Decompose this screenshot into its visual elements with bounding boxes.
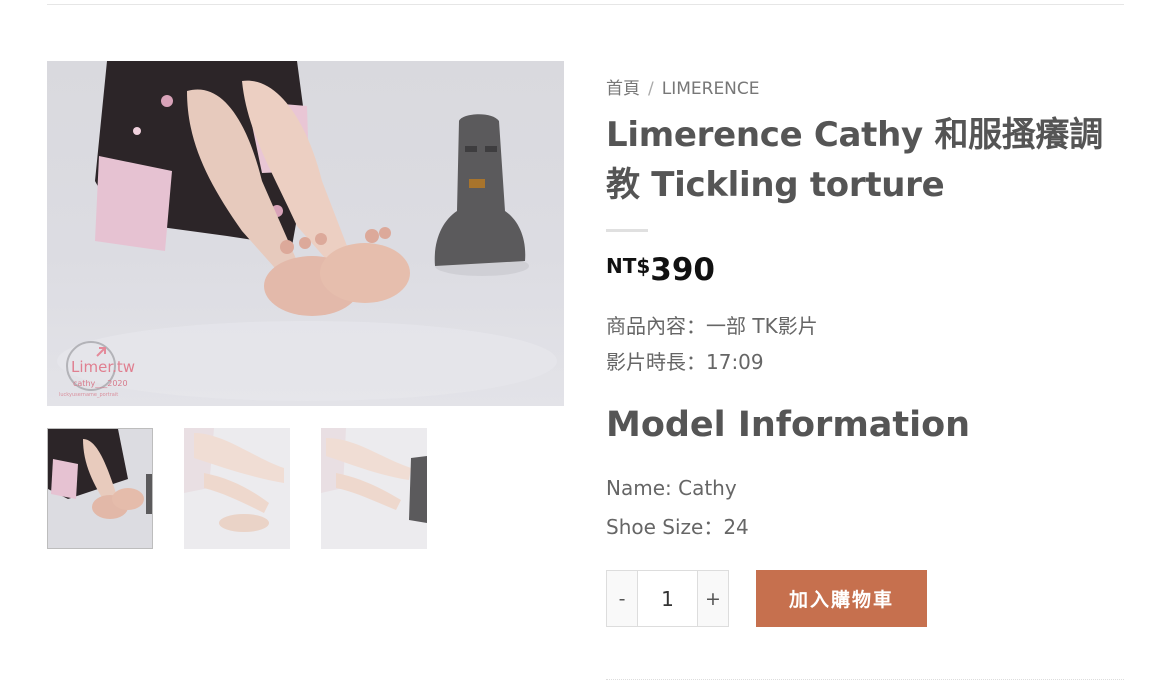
- watermark-logo: Limer.tw cathy___2020 luckyusername_port…: [59, 341, 135, 398]
- watermark-brand: Limer.tw: [71, 358, 135, 376]
- watermark-small: luckyusername_portrait: [59, 392, 118, 398]
- quantity-input[interactable]: [638, 570, 697, 627]
- title-divider: [606, 229, 648, 232]
- quantity-stepper: - +: [606, 570, 729, 627]
- model-shoe-size-line: Shoe Size：24: [606, 515, 749, 539]
- add-to-cart-button[interactable]: 加入購物車: [756, 570, 927, 627]
- product-content-line: 商品內容：一部 TK影片: [606, 314, 818, 338]
- thumbnail-2[interactable]: [184, 428, 290, 549]
- product-title: Limerence Cathy 和服搔癢調教 Tickling torture: [606, 115, 1103, 205]
- main-product-image[interactable]: Limer.tw cathy___2020 luckyusername_port…: [47, 61, 564, 406]
- model-info-heading: Model Information: [606, 405, 971, 445]
- thumbnail-3-image: [321, 428, 427, 549]
- product-duration-line: 影片時長：17:09: [606, 350, 764, 374]
- thumbnail-1[interactable]: [47, 428, 153, 549]
- price-amount: 390: [650, 252, 716, 288]
- price-currency: NT$: [606, 254, 651, 278]
- breadcrumb-home-link[interactable]: 首頁: [606, 79, 640, 99]
- top-divider: [47, 4, 1124, 5]
- thumbnail-1-image: [48, 429, 152, 548]
- breadcrumb: 首頁 / LIMERENCE: [606, 74, 760, 99]
- bottom-divider: [606, 679, 1124, 680]
- thumbnail-2-image: [184, 428, 290, 549]
- quantity-plus-button[interactable]: +: [697, 570, 729, 627]
- product-price: NT$390: [606, 252, 715, 288]
- breadcrumb-category-link[interactable]: LIMERENCE: [662, 79, 760, 99]
- thumbnail-3[interactable]: [321, 428, 427, 549]
- model-name-line: Name: Cathy: [606, 476, 737, 500]
- breadcrumb-separator: /: [648, 79, 654, 99]
- quantity-minus-button[interactable]: -: [606, 570, 638, 627]
- watermark-line: cathy___2020: [73, 379, 128, 388]
